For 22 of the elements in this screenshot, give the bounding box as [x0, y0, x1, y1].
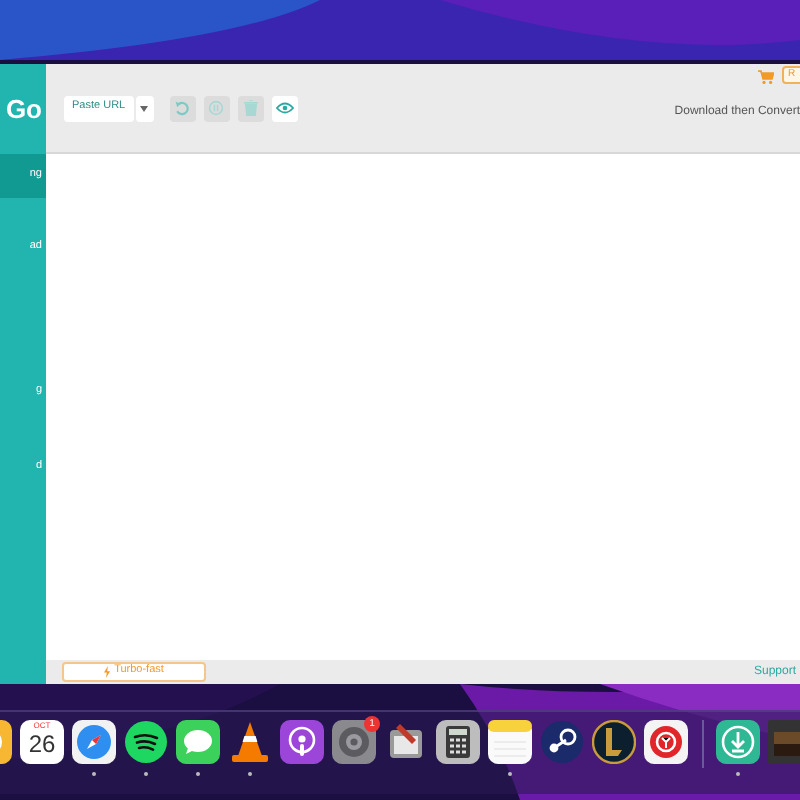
sound-waves-icon[interactable]: [124, 720, 168, 764]
caret-icon: [140, 105, 149, 111]
traffic-cone-icon[interactable]: [228, 720, 272, 764]
calendar-day: 26: [28, 732, 56, 756]
undo-icon: [174, 100, 191, 116]
notepad-icon[interactable]: [488, 720, 532, 764]
letter-l-icon[interactable]: [592, 720, 636, 764]
download-icon[interactable]: [716, 720, 760, 764]
lightning-icon: [104, 666, 111, 678]
preview-button[interactable]: [271, 95, 298, 121]
trash-icon: [243, 100, 258, 116]
calculator-icon[interactable]: [436, 720, 480, 764]
dropdown-button[interactable]: [135, 95, 154, 121]
compass-icon[interactable]: [72, 720, 116, 764]
gear-icon[interactable]: [332, 720, 376, 764]
pause-icon: [208, 100, 225, 116]
window-thumbnail-icon[interactable]: [768, 720, 800, 764]
podcast-icon[interactable]: [280, 720, 324, 764]
app-logo: Go: [5, 96, 42, 122]
speech-bubble-icon[interactable]: [176, 720, 220, 764]
eye-icon: [275, 102, 294, 114]
circle-y-icon[interactable]: [644, 720, 688, 764]
